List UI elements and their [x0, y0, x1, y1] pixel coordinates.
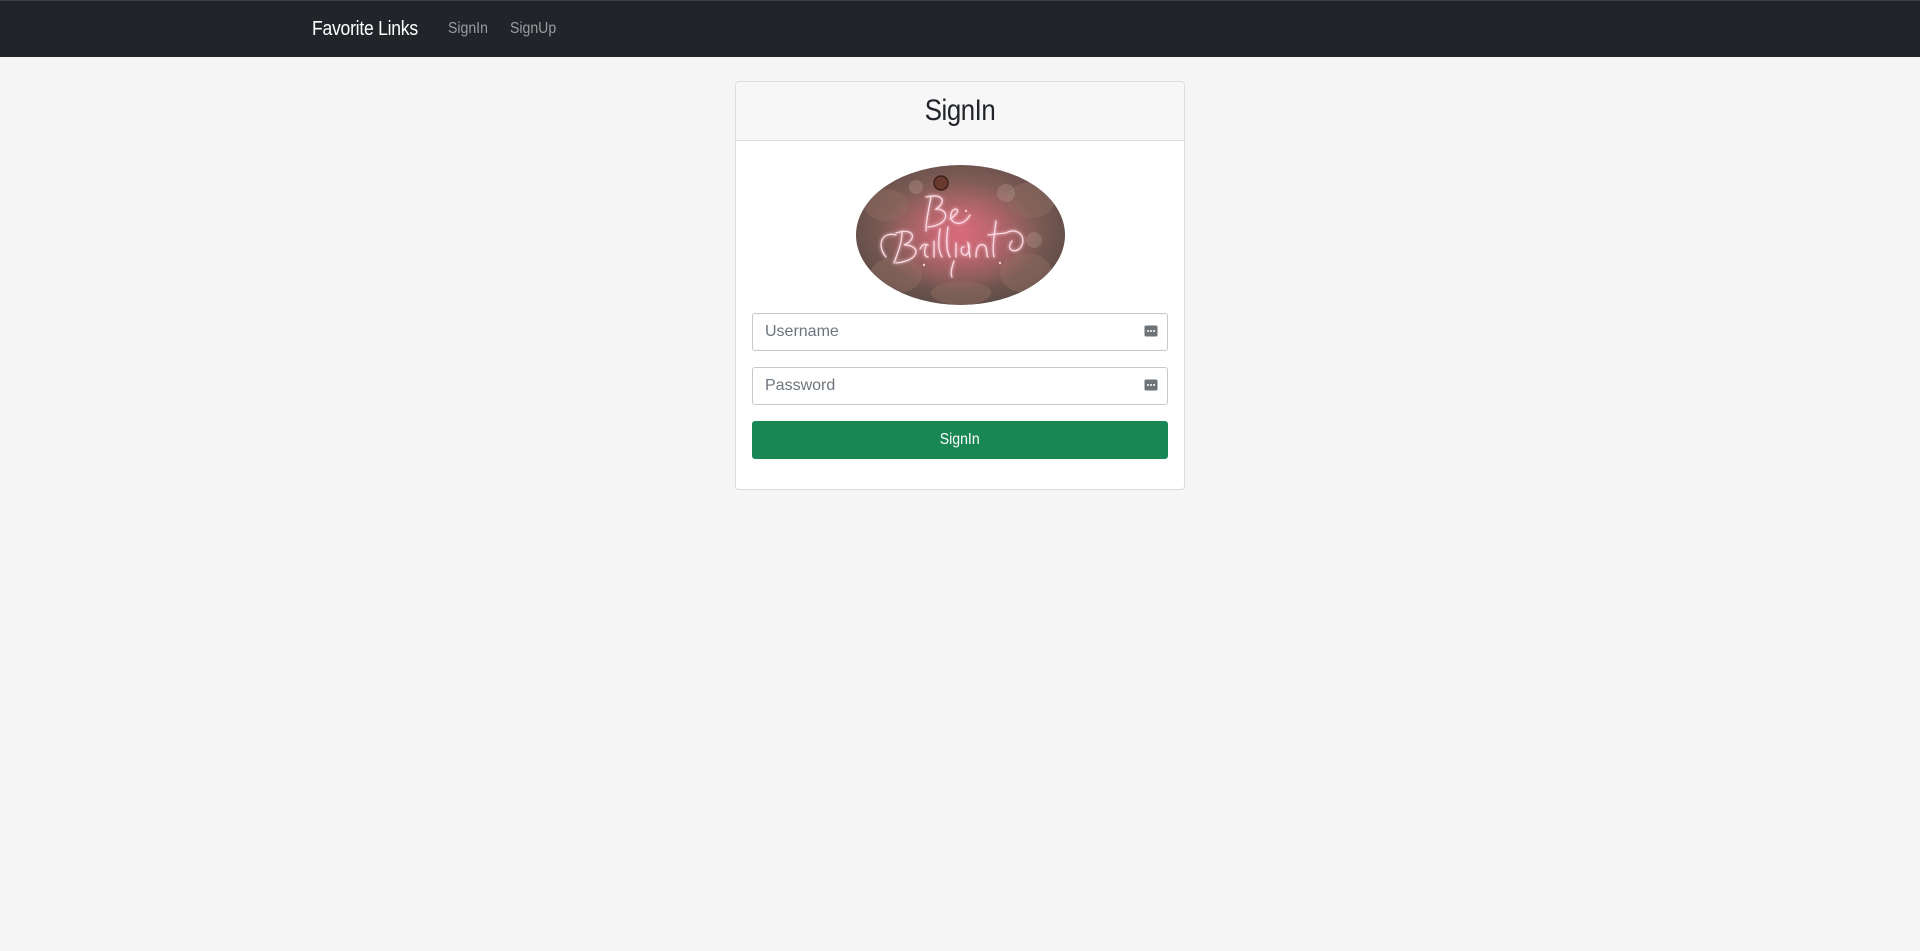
- card-header: SignIn: [736, 82, 1184, 141]
- card-title: SignIn: [924, 94, 996, 127]
- password-input[interactable]: [752, 367, 1168, 405]
- signin-submit-button[interactable]: SignIn: [752, 421, 1168, 459]
- signin-card: SignIn Username SignIn: [735, 81, 1185, 490]
- logo-wrap: [752, 165, 1168, 305]
- password-manager-key-icon[interactable]: [1144, 378, 1158, 392]
- password-manager-key-icon[interactable]: [1144, 324, 1158, 338]
- password-field: [752, 367, 1168, 405]
- username-field: [752, 313, 1168, 351]
- card-body: SignIn: [736, 141, 1184, 459]
- username-input[interactable]: [752, 313, 1168, 351]
- nav-signin-link[interactable]: SignIn: [448, 20, 488, 38]
- nav-links: SignIn SignUp: [448, 20, 562, 38]
- signin-submit-label: SignIn: [940, 431, 980, 448]
- be-brilliant-logo: [855, 165, 1065, 305]
- brand-link[interactable]: Favorite Links: [312, 18, 418, 41]
- top-navbar: Favorite Links SignIn SignUp: [0, 0, 1920, 57]
- nav-signup-link[interactable]: SignUp: [510, 20, 556, 38]
